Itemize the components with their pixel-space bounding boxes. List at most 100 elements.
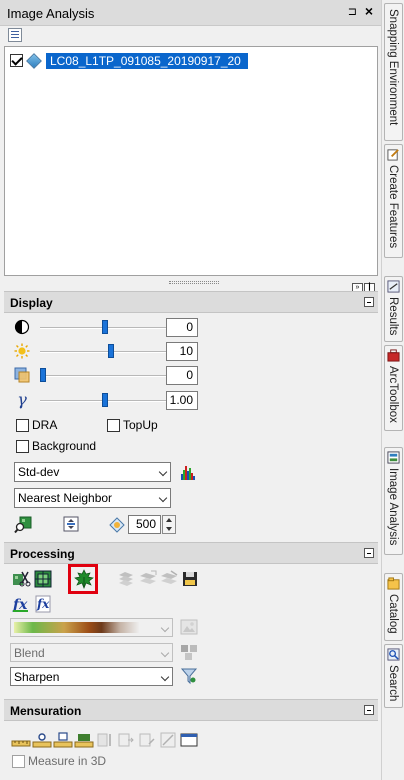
colormap-dropdown[interactable] bbox=[10, 618, 173, 637]
mensuration-section-title: Mensuration bbox=[10, 704, 82, 718]
measure-point-icon bbox=[97, 733, 111, 747]
gamma-slider-thumb[interactable] bbox=[102, 393, 108, 407]
svg-text:fx: fx bbox=[36, 597, 50, 611]
stretch-type-value: Std-dev bbox=[18, 465, 60, 479]
shaded-relief-icon bbox=[161, 570, 178, 584]
background-option[interactable]: Background bbox=[16, 439, 96, 455]
chevron-down-icon bbox=[160, 672, 170, 682]
dock-tab-label: Create Features bbox=[387, 165, 399, 249]
dra-option[interactable]: DRA bbox=[16, 418, 57, 434]
contrast-icon bbox=[14, 319, 30, 335]
dra-checkbox[interactable] bbox=[16, 419, 29, 433]
results-icon bbox=[387, 280, 400, 293]
spin-down-icon[interactable] bbox=[166, 527, 172, 531]
transparency-slider-row: 0 bbox=[14, 365, 200, 387]
clip-icon[interactable] bbox=[11, 569, 31, 589]
blend-dropdown[interactable]: Blend bbox=[10, 643, 173, 662]
histogram-icon[interactable] bbox=[178, 462, 198, 482]
processing-section-header[interactable]: Processing bbox=[4, 542, 378, 564]
dock-tab-image-analysis[interactable]: Image Analysis bbox=[384, 447, 403, 555]
topup-checkbox[interactable] bbox=[107, 419, 120, 433]
sharpen-filter-icon[interactable] bbox=[179, 666, 199, 686]
search-icon bbox=[387, 648, 400, 661]
display-section-title: Display bbox=[10, 296, 53, 310]
measure-area-icon bbox=[139, 733, 155, 747]
function-fx-icon[interactable]: fx bbox=[11, 594, 31, 614]
dock-tab-results[interactable]: Results bbox=[384, 276, 403, 342]
sharpen-dropdown[interactable]: Sharpen bbox=[10, 667, 173, 686]
chevron-down-icon bbox=[158, 467, 168, 477]
contrast-slider-thumb[interactable] bbox=[102, 320, 108, 334]
close-icon[interactable]: × bbox=[365, 3, 373, 19]
spin-up-icon[interactable] bbox=[166, 518, 172, 522]
measure-distance-icon[interactable] bbox=[11, 730, 31, 750]
chevron-down-icon bbox=[160, 648, 170, 658]
selected-tool-highlight bbox=[68, 564, 98, 594]
list-options-icon[interactable] bbox=[8, 28, 22, 42]
background-checkbox[interactable] bbox=[16, 440, 29, 454]
topup-label: TopUp bbox=[123, 418, 158, 432]
create-features-icon bbox=[387, 149, 399, 161]
measure-centroid-icon bbox=[118, 733, 134, 747]
dock-tab-label: Results bbox=[387, 297, 399, 336]
image-analysis-icon bbox=[387, 451, 400, 464]
measure-height-base-icon[interactable] bbox=[32, 730, 52, 750]
brightness-slider[interactable] bbox=[40, 351, 172, 353]
export-save-icon[interactable] bbox=[180, 569, 200, 589]
orthorectify-icon bbox=[119, 572, 133, 586]
measure-height-top-icon[interactable] bbox=[53, 730, 73, 750]
resolution-spinner[interactable] bbox=[162, 515, 176, 534]
measure-3d-option[interactable]: Measure in 3D bbox=[12, 754, 106, 770]
collapse-mensuration-icon[interactable] bbox=[364, 705, 374, 715]
topup-option[interactable]: TopUp bbox=[107, 418, 158, 434]
contrast-value-field[interactable]: 0 bbox=[166, 318, 198, 337]
background-label: Background bbox=[32, 439, 97, 453]
gamma-value-field[interactable]: 1.00 bbox=[166, 391, 198, 410]
collapse-processing-icon[interactable] bbox=[364, 548, 374, 558]
right-dock: Snapping Environment Create Features Res… bbox=[381, 0, 404, 780]
function-editor-icon[interactable]: fx bbox=[33, 594, 53, 614]
zoom-to-raster-icon[interactable] bbox=[14, 514, 34, 534]
brightness-value-field[interactable]: 10 bbox=[166, 342, 198, 361]
dock-tab-search[interactable]: Search bbox=[384, 644, 403, 708]
fit-extent-icon[interactable] bbox=[61, 514, 81, 534]
blend-layers-icon bbox=[181, 645, 197, 660]
window-title: Image Analysis bbox=[7, 6, 95, 21]
chevron-down-icon bbox=[160, 623, 170, 633]
processing-section-title: Processing bbox=[10, 547, 75, 561]
collapse-display-icon[interactable] bbox=[364, 297, 374, 307]
dock-tab-label: ArcToolbox bbox=[387, 366, 399, 423]
brightness-slider-row: 10 bbox=[14, 341, 200, 363]
dock-tab-label: Search bbox=[387, 665, 399, 702]
pin-icon[interactable]: ⊐ bbox=[348, 5, 357, 18]
dock-tab-create-features[interactable]: Create Features bbox=[384, 144, 403, 258]
dock-tab-label: Catalog bbox=[387, 594, 399, 634]
measure-shadow-icon[interactable] bbox=[74, 730, 94, 750]
dock-tab-label: Snapping Environment bbox=[387, 9, 399, 126]
toolbox-icon bbox=[387, 349, 400, 362]
measure-3d-checkbox[interactable] bbox=[12, 755, 25, 769]
hillshade-icon bbox=[140, 570, 157, 584]
stretch-type-dropdown[interactable]: Std-dev bbox=[14, 462, 171, 482]
display-section-header[interactable]: Display bbox=[4, 291, 378, 313]
catalog-icon bbox=[387, 577, 400, 590]
pane-splitter[interactable] bbox=[4, 277, 378, 287]
measure-results-icon[interactable] bbox=[179, 730, 199, 750]
dock-tab-catalog[interactable]: Catalog bbox=[384, 573, 403, 641]
transparency-slider[interactable] bbox=[40, 375, 172, 377]
resampling-dropdown[interactable]: Nearest Neighbor bbox=[14, 488, 171, 508]
brightness-icon bbox=[14, 343, 30, 359]
transparency-value-field[interactable]: 0 bbox=[166, 366, 198, 385]
sharpen-value: Sharpen bbox=[14, 670, 60, 684]
mensuration-section-header[interactable]: Mensuration bbox=[4, 699, 378, 721]
chevron-down-icon bbox=[158, 493, 168, 503]
window-titlebar: Image Analysis ⊐ × bbox=[0, 0, 381, 26]
resolution-value-field[interactable]: 500 bbox=[128, 515, 161, 534]
dock-tab-snapping-environment[interactable]: Snapping Environment bbox=[384, 3, 403, 141]
dock-tab-arctoolbox[interactable]: ArcToolbox bbox=[384, 345, 403, 431]
layer-visibility-checkbox[interactable] bbox=[10, 54, 23, 67]
transparency-slider-thumb[interactable] bbox=[40, 368, 46, 382]
brightness-slider-thumb[interactable] bbox=[108, 344, 115, 358]
layer-name[interactable]: LC08_L1TP_091085_20190917_20 bbox=[46, 53, 248, 69]
mosaic-icon[interactable] bbox=[33, 569, 53, 589]
